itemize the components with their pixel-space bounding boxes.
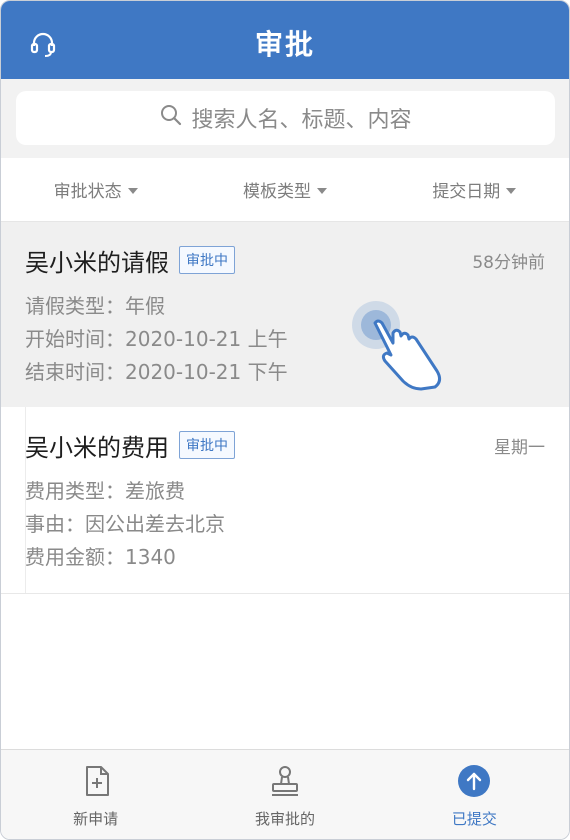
caret-down-icon	[127, 187, 138, 194]
card-detail-line: 结束时间：2020-10-21 下午	[25, 360, 288, 384]
tab-submitted[interactable]: 已提交	[380, 750, 569, 839]
status-badge: 审批中	[179, 246, 235, 274]
card-header: 吴小米的费用 审批中 星期一	[25, 427, 545, 463]
search-input[interactable]: 搜索人名、标题、内容	[16, 91, 555, 145]
status-badge: 审批中	[179, 431, 235, 459]
card-title: 吴小米的费用	[25, 433, 169, 462]
caret-down-icon	[316, 187, 327, 194]
approval-card-expense[interactable]: 吴小米的费用 审批中 星期一 费用类型：差旅费 事由：因公出差去北京 费用金额：…	[1, 407, 569, 594]
approval-card-leave[interactable]: 吴小米的请假 审批中 58分钟前 请假类型：年假 开始时间：2020-10-21…	[1, 222, 569, 407]
card-detail-line: 请假类型：年假	[25, 294, 165, 318]
card-header: 吴小米的请假 审批中 58分钟前	[25, 242, 545, 278]
tap-hand-icon	[349, 293, 459, 403]
bottom-tab-bar: 新申请 我审批的 已提交	[1, 749, 569, 839]
filter-date-label: 提交日期	[432, 182, 501, 202]
card-time: 星期一	[494, 437, 545, 458]
filter-template[interactable]: 模板类型	[190, 177, 379, 202]
app-header: 审批	[1, 1, 569, 79]
tab-label: 已提交	[451, 810, 497, 828]
app-frame: 审批 搜索人名、标题、内容 审批状态 模板类型 提交日期 吴小米的请假 审批中 …	[0, 0, 570, 840]
submitted-arrow-icon	[457, 764, 491, 798]
new-doc-icon	[79, 764, 113, 798]
card-detail-line: 费用类型：差旅费	[25, 479, 185, 503]
filter-status-label: 审批状态	[53, 182, 122, 202]
filter-template-label: 模板类型	[242, 182, 311, 202]
tab-label: 新申请	[73, 810, 119, 828]
tab-label: 我审批的	[254, 810, 315, 828]
filter-bar: 审批状态 模板类型 提交日期	[1, 158, 569, 222]
tab-new-request[interactable]: 新申请	[1, 750, 190, 839]
card-detail-line: 费用金额：1340	[25, 545, 176, 569]
filter-date[interactable]: 提交日期	[380, 177, 569, 202]
page-title: 审批	[254, 28, 315, 61]
search-icon	[159, 103, 183, 133]
card-detail-line: 事由：因公出差去北京	[25, 512, 225, 536]
card-detail-line: 开始时间：2020-10-21 上午	[25, 327, 288, 351]
filter-status[interactable]: 审批状态	[1, 177, 190, 202]
search-area: 搜索人名、标题、内容	[1, 79, 569, 158]
card-title: 吴小米的请假	[25, 248, 169, 277]
stamp-icon	[268, 764, 302, 798]
search-placeholder: 搜索人名、标题、内容	[191, 108, 412, 133]
card-time: 58分钟前	[472, 252, 545, 273]
caret-down-icon	[506, 187, 517, 194]
tab-my-approvals[interactable]: 我审批的	[190, 750, 379, 839]
